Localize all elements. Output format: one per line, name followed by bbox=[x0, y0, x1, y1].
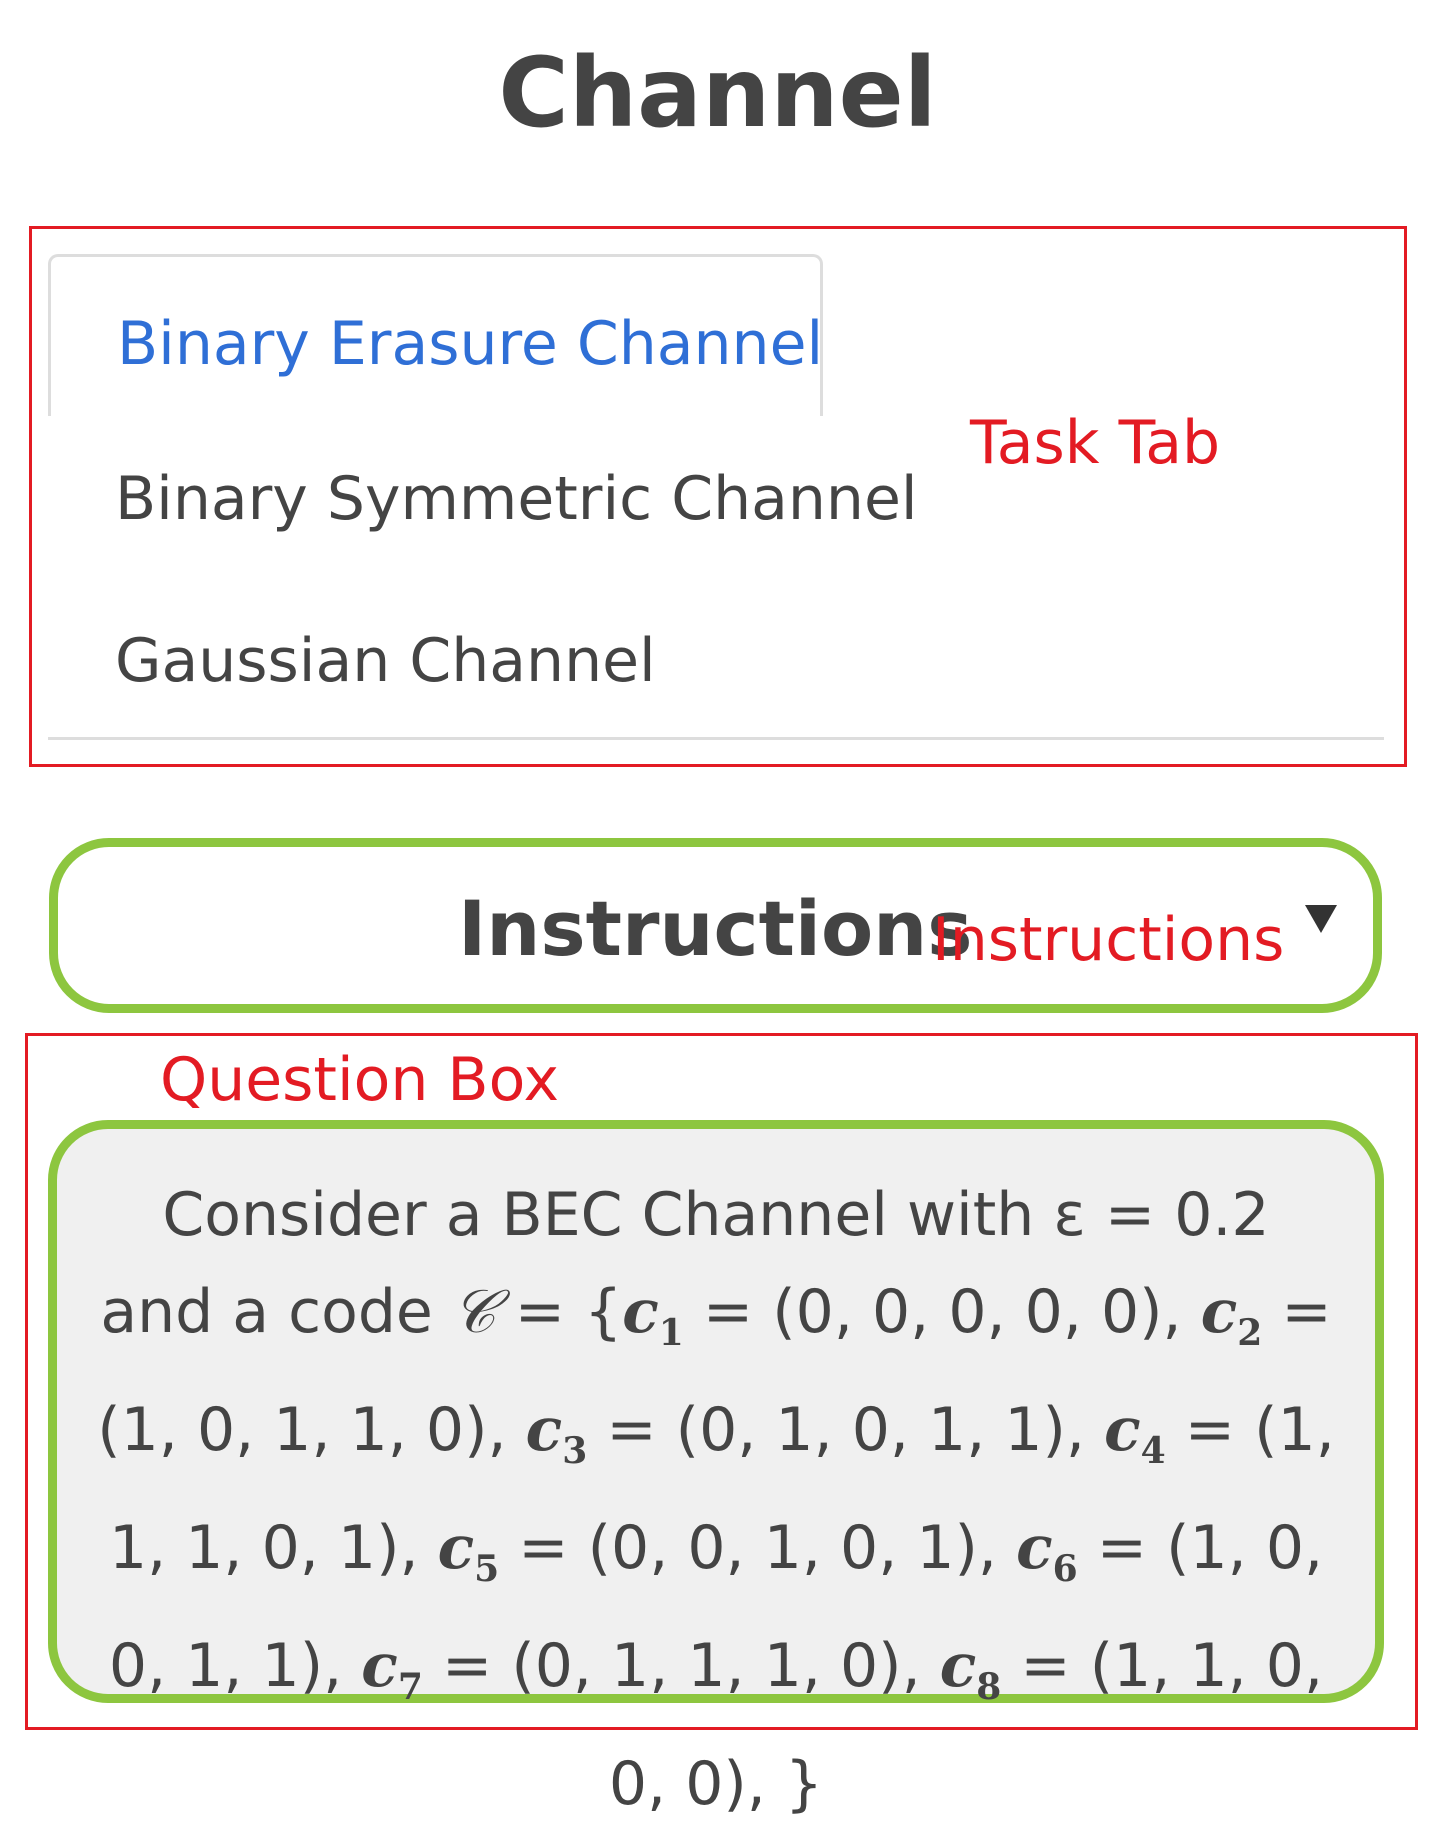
codeword-value: = (0, 0, 1, 0, 1), bbox=[499, 1513, 1017, 1583]
tab-label: Binary Erasure Channel bbox=[117, 309, 824, 379]
codeword-index: 2 bbox=[1237, 1312, 1263, 1354]
codeword-item: c1 = (0, 0, 0, 0, 0), bbox=[622, 1277, 1201, 1354]
codeword-symbol: c7 bbox=[361, 1631, 423, 1708]
question-box-annotation-label: Question Box bbox=[160, 1045, 559, 1115]
question-text: Consider a BEC Channel with ε = 0.2 and … bbox=[97, 1180, 1335, 1819]
tab-binary-symmetric-channel[interactable]: Binary Symmetric Channel bbox=[115, 464, 918, 534]
codeword-index: 5 bbox=[474, 1548, 500, 1590]
codeword-index: 1 bbox=[658, 1312, 684, 1354]
codeword-item: c7 = (0, 1, 1, 1, 0), bbox=[361, 1631, 940, 1708]
tab-gaussian-channel[interactable]: Gaussian Channel bbox=[115, 626, 656, 696]
channel-tab-list: Binary Erasure Channel Binary Symmetric … bbox=[48, 254, 1388, 742]
codeword-symbol: c8 bbox=[939, 1631, 1002, 1708]
codeword-index: 3 bbox=[562, 1430, 588, 1472]
question-box: Consider a BEC Channel with ε = 0.2 and … bbox=[48, 1120, 1384, 1819]
codeword-symbol: c5 bbox=[437, 1513, 500, 1590]
codeword-list: c1 = (0, 0, 0, 0, 0), c2 = (1, 0, 1, 1, … bbox=[97, 1277, 1335, 1819]
codeword-symbol: c6 bbox=[1016, 1513, 1078, 1590]
codeword-item: c5 = (0, 0, 1, 0, 1), bbox=[437, 1513, 1017, 1590]
codeword-value: = (0, 0, 0, 0, 0), bbox=[683, 1277, 1201, 1347]
caret-down-icon bbox=[1305, 905, 1337, 933]
page-title: Channel bbox=[498, 37, 937, 149]
codeword-value: = (0, 1, 0, 1, 1), bbox=[587, 1395, 1105, 1465]
codeword-index: 8 bbox=[976, 1666, 1002, 1708]
instructions-annotation-label: Instructions bbox=[932, 905, 1285, 975]
tab-divider bbox=[48, 737, 1384, 740]
tab-binary-erasure-channel[interactable]: Binary Erasure Channel bbox=[48, 254, 823, 416]
codeword-index: 6 bbox=[1052, 1548, 1078, 1590]
codeword-symbol: c3 bbox=[525, 1395, 588, 1472]
codeword-symbol: c2 bbox=[1200, 1277, 1263, 1354]
codeword-item: c3 = (0, 1, 0, 1, 1), bbox=[525, 1395, 1105, 1472]
codeword-index: 4 bbox=[1140, 1430, 1166, 1472]
code-symbol: 𝒞 bbox=[451, 1277, 496, 1347]
instructions-title: Instructions bbox=[458, 884, 973, 973]
codeword-symbol: c4 bbox=[1104, 1395, 1166, 1472]
codeword-index: 7 bbox=[397, 1666, 423, 1708]
codeword-symbol: c1 bbox=[622, 1277, 684, 1354]
codeword-value: = (0, 1, 1, 1, 0), bbox=[422, 1631, 940, 1701]
